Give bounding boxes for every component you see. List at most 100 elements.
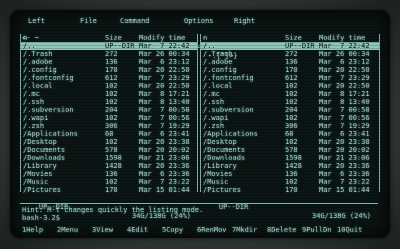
fkey-edit[interactable]: 4Edit [127,226,148,235]
fkey-pulldn[interactable]: 9PullDn [302,226,332,235]
file-size: 102 [105,138,118,146]
file-modify-time: Mar 20 23:36 [139,162,190,170]
file-name: /Music [203,178,229,186]
file-size: 1428 [285,162,302,170]
fkey-label: RenMov [201,226,227,234]
file-row[interactable]: /Documents 578 Mar 20 20:02 [201,146,379,154]
fkey-copy[interactable]: 5Copy [162,226,183,235]
file-row[interactable]: /Pictures 170 Mar 15 01:44 [21,186,197,194]
file-row[interactable]: /.Trash 272 Mar 26 00:34 [201,50,379,58]
file-row[interactable]: /.. UP--DIR Mar 7 22:42 [21,42,197,50]
fkey-view[interactable]: 3View [92,226,113,235]
file-row[interactable]: /.Trash 272 Mar 26 00:34 [21,50,197,58]
fkey-label: View [96,226,114,234]
shell-prompt[interactable]: bash-3.2$ [22,214,60,222]
file-row[interactable]: /.zsh 306 Mar 7 19:29 [201,122,379,130]
file-size: 102 [285,82,298,90]
file-modify-time: Mar 8 17:21 [139,90,190,98]
file-size: 170 [285,66,298,74]
left-file-panel[interactable]: n Size Modify time /.. UP--DIR Mar 7 22:42… [20,34,198,194]
file-modify-time: Mar 15 01:44 [319,186,370,194]
fkey-help[interactable]: 1Help [22,226,43,235]
file-row[interactable]: /Library 1428 Mar 20 23:36 [201,162,379,170]
file-modify-time: Mar 7 22:42 [319,42,370,50]
fkey-label: Delete [271,226,297,234]
file-row[interactable]: /Pictures 170 Mar 15 01:44 [201,186,379,194]
file-row[interactable]: /Music 102 Mar 7 23:22 [21,178,197,186]
file-row[interactable]: /.. UP--DIR Mar 7 22:42 [201,42,379,50]
file-row[interactable]: /.mc 102 Mar 8 17:21 [21,90,197,98]
fkey-delete[interactable]: 8Delete [267,226,297,235]
file-row[interactable]: /.config 170 Mar 20 22:50 [21,66,197,74]
file-name: /Downloads [203,154,246,162]
file-row[interactable]: /Desktop 102 Mar 20 23:38 [201,138,379,146]
file-row[interactable]: /.fontconfig 612 Mar 7 23:29 [201,74,379,82]
fkey-quit[interactable]: 10Quit [337,226,362,235]
file-size: 102 [105,82,118,90]
file-row[interactable]: /.fontconfig 612 Mar 7 23:29 [21,74,197,82]
file-row[interactable]: /Music 102 Mar 7 23:22 [201,178,379,186]
fkey-label: Mkdir [236,226,258,234]
file-row[interactable]: /Applications 68 Mar 6 23:41 [21,130,197,138]
file-row[interactable]: /Downloads 1598 Mar 21 23:06 [201,154,379,162]
file-modify-time: Mar 20 20:02 [139,146,190,154]
file-row[interactable]: /.zsh 306 Mar 7 19:29 [21,122,197,130]
right-file-panel[interactable]: n Size Modify time /.. UP--DIR Mar 7 22:42… [200,34,380,194]
file-row[interactable]: /Documents 578 Mar 20 20:02 [21,146,197,154]
header-modify[interactable]: Modify time [139,34,185,42]
file-name: /.zsh [23,122,45,130]
file-row[interactable]: /Desktop 102 Mar 20 23:38 [21,138,197,146]
fkey-mkdir[interactable]: 7Mkdir [232,226,257,235]
file-name: /Pictures [23,186,61,194]
divider [20,203,378,204]
file-modify-time: Mar 20 22:50 [139,66,190,74]
header-modify[interactable]: Modify time [319,34,365,42]
file-name: /.ssh [23,98,45,106]
file-name: /Downloads [23,154,66,162]
file-modify-time: Mar 7 22:42 [139,42,190,50]
file-row[interactable]: /.subversion 204 Mar 7 00:58 [201,106,379,114]
file-row[interactable]: /.mc 102 Mar 8 17:21 [201,90,379,98]
file-size: 272 [105,50,118,58]
file-size: 170 [105,186,118,194]
file-size: 102 [105,178,118,186]
panel-path-bar: <- ~ -.[^]>}<- ~ -.[^]>} [22,25,378,60]
file-modify-time: Mar 8 13:40 [319,98,370,106]
file-row[interactable]: /.wapi 102 Mar 7 00:56 [201,114,379,122]
file-name: /.fontconfig [23,74,74,82]
file-row[interactable]: /.local 102 Mar 20 22:50 [21,82,197,90]
fkey-renmov[interactable]: 6RenMov [197,226,227,235]
file-row[interactable]: /.adobe 136 Mar 6 23:12 [201,58,379,66]
header-size[interactable]: Size [285,34,302,42]
file-row[interactable]: /.local 102 Mar 20 22:50 [201,82,379,90]
header-name[interactable]: n [23,34,27,42]
file-row[interactable]: /.config 170 Mar 20 22:50 [201,66,379,74]
file-size: 136 [105,170,118,178]
file-name: /.. [203,42,216,50]
file-size: 306 [105,122,118,130]
file-modify-time: Mar 20 23:36 [319,162,370,170]
file-row[interactable]: /Downloads 1598 Mar 21 23:06 [21,154,197,162]
file-size: 102 [285,138,298,146]
file-row[interactable]: /.subversion 204 Mar 7 00:58 [21,106,197,114]
file-row[interactable]: /Movies 136 Mar 6 23:36 [201,170,379,178]
file-modify-time: Mar 21 23:06 [139,154,190,162]
header-size[interactable]: Size [105,34,122,42]
function-key-bar: 1Help 2Menu 3View 4Edit 5Copy 6RenMov 7Mkdir 8D… [22,226,378,235]
file-row[interactable]: /.ssh 102 Mar 8 13:40 [21,98,197,106]
file-name: /Pictures [203,186,241,194]
fkey-menu[interactable]: 2Menu [57,226,78,235]
file-name: /Documents [203,146,246,154]
file-modify-time: Mar 7 19:29 [139,122,190,130]
file-size: 272 [285,50,298,58]
file-row[interactable]: /Movies 136 Mar 6 23:36 [21,170,197,178]
file-size: 68 [285,130,294,138]
file-name: /.config [23,66,57,74]
file-row[interactable]: /.adobe 136 Mar 6 23:12 [21,58,197,66]
file-row[interactable]: /Library 1428 Mar 20 23:36 [21,162,197,170]
file-row[interactable]: /Applications 68 Mar 6 23:41 [201,130,379,138]
header-name[interactable]: n [203,34,207,42]
file-row[interactable]: /.wapi 102 Mar 7 00:56 [21,114,197,122]
file-row[interactable]: /.ssh 102 Mar 8 13:40 [201,98,379,106]
file-size: 102 [285,90,298,98]
